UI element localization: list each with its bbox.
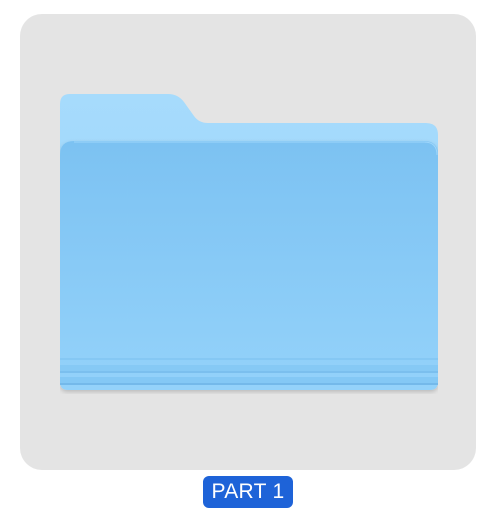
file-name-label[interactable]: PART 1 bbox=[203, 476, 293, 508]
file-label-container: PART 1 bbox=[0, 476, 496, 508]
desktop-item[interactable]: PART 1 bbox=[0, 0, 496, 518]
folder-icon[interactable] bbox=[60, 94, 438, 394]
